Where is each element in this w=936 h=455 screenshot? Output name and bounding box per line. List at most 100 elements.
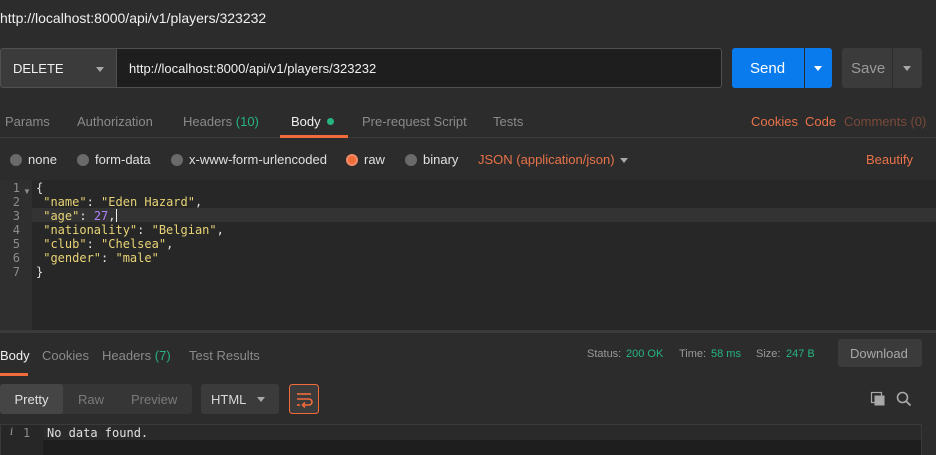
view-mode-preview[interactable]: Preview <box>131 384 177 414</box>
radio-urlencoded-label: x-www-form-urlencoded <box>189 152 327 167</box>
code-line: "club": "Chelsea", <box>43 237 174 251</box>
response-format-select[interactable]: HTML <box>201 384 279 414</box>
json-value: "Chelsea" <box>101 237 167 251</box>
method-label: DELETE <box>13 61 64 76</box>
line-number: 5 <box>12 237 20 251</box>
size-label: Size: <box>756 348 781 360</box>
json-value: 27 <box>93 209 109 223</box>
json-key: "age" <box>43 209 80 223</box>
radio-raw[interactable] <box>346 154 358 166</box>
code-line: "name": "Eden Hazard", <box>43 195 203 209</box>
line-number: 1 <box>12 181 20 195</box>
line-number: 4 <box>12 223 20 237</box>
view-mode-pretty[interactable]: Pretty <box>0 384 63 414</box>
tab-body[interactable]: Body <box>291 114 334 129</box>
editor-gutter: 1 ▼ 2 3 4 5 6 7 <box>0 180 32 330</box>
response-tab-test-results[interactable]: Test Results <box>189 348 260 363</box>
response-body-viewer[interactable]: i 1 No data found. <box>0 424 922 455</box>
radio-binary[interactable] <box>405 154 417 166</box>
line-number: 1 <box>23 426 31 440</box>
beautify-link[interactable]: Beautify <box>866 152 913 167</box>
copy-icon[interactable] <box>870 391 886 407</box>
tab-headers-label: Headers <box>183 114 233 129</box>
modified-dot-icon <box>326 118 334 125</box>
info-icon: i <box>10 427 14 438</box>
tab-tests[interactable]: Tests <box>493 114 523 129</box>
search-icon[interactable] <box>896 391 912 407</box>
chevron-down-icon <box>620 158 628 163</box>
comments-link[interactable]: Comments (0) <box>844 114 926 129</box>
tab-prerequest-script[interactable]: Pre-request Script <box>362 114 467 129</box>
code-link[interactable]: Code <box>805 114 836 129</box>
request-body-editor[interactable]: 1 ▼ 2 3 4 5 6 7 { "name": "Eden Hazard",… <box>0 180 936 330</box>
response-headers-count: (7) <box>154 348 171 363</box>
download-button[interactable]: Download <box>838 339 922 367</box>
chevron-down-icon <box>257 397 265 402</box>
chevron-down-icon <box>96 67 104 72</box>
response-tab-cookies[interactable]: Cookies <box>42 348 89 363</box>
save-button[interactable]: Save <box>842 48 892 88</box>
chevron-down-icon <box>814 66 822 71</box>
tab-body-label: Body <box>291 114 321 129</box>
body-type-options: none form-data x-www-form-urlencoded raw… <box>0 140 936 180</box>
json-key: "gender" <box>43 251 102 265</box>
send-label: Send <box>750 60 786 77</box>
response-tab-headers-label: Headers <box>102 348 152 363</box>
tab-headers[interactable]: Headers (10) <box>183 114 259 129</box>
code-line: "age": 27, <box>43 209 117 223</box>
status-value: 200 OK <box>626 348 664 360</box>
radio-urlencoded[interactable] <box>171 154 183 166</box>
line-number: 2 <box>12 195 20 209</box>
radio-none[interactable] <box>10 154 22 166</box>
view-mode-selector: Pretty Raw Preview <box>0 384 192 414</box>
json-value: "Eden Hazard" <box>101 195 195 209</box>
headers-count: (10) <box>235 114 259 129</box>
response-text: No data found. <box>47 426 149 440</box>
fold-caret-icon[interactable]: ▼ <box>23 187 31 196</box>
json-value: "Belgian" <box>151 223 217 237</box>
radio-raw-label: raw <box>364 152 385 167</box>
chevron-down-icon <box>903 66 911 71</box>
response-gutter: i 1 <box>1 425 43 455</box>
response-tabs: Body Cookies Headers (7) Test Results St… <box>0 333 936 377</box>
save-options-button[interactable] <box>893 48 922 88</box>
code-line: { <box>36 181 44 195</box>
tab-authorization[interactable]: Authorization <box>77 114 153 129</box>
content-type-select[interactable]: JSON (application/json) <box>478 152 615 167</box>
active-tab-indicator <box>280 135 348 138</box>
radio-form-data[interactable] <box>77 154 89 166</box>
wrap-lines-button[interactable] <box>289 384 319 414</box>
json-key: "name" <box>43 195 87 209</box>
method-select[interactable]: DELETE <box>0 48 116 88</box>
code-line: "gender": "male" <box>43 251 159 265</box>
json-key: "nationality" <box>43 223 138 237</box>
json-comma: , <box>108 209 116 223</box>
json-comma: , <box>194 195 203 209</box>
cookies-link[interactable]: Cookies <box>751 114 798 129</box>
tab-params[interactable]: Params <box>5 114 50 129</box>
response-tab-headers[interactable]: Headers (7) <box>102 348 171 363</box>
response-tab-body[interactable]: Body <box>0 348 30 363</box>
code-line: } <box>36 265 44 279</box>
json-value: "male" <box>115 251 159 265</box>
size-value: 247 B <box>786 348 815 360</box>
active-line-highlight <box>32 208 936 222</box>
active-line-highlight <box>43 425 921 440</box>
status-label: Status: <box>587 348 622 360</box>
url-bar: DELETE Send Save <box>0 48 936 88</box>
view-mode-raw[interactable]: Raw <box>78 384 104 414</box>
line-number: 7 <box>12 265 20 279</box>
line-number: 3 <box>12 209 20 223</box>
save-label: Save <box>851 60 886 77</box>
time-value: 58 ms <box>711 348 741 360</box>
wrap-lines-icon <box>289 384 319 414</box>
line-number: 6 <box>12 251 20 265</box>
send-options-button[interactable] <box>805 48 832 88</box>
response-view-controls: Pretty Raw Preview HTML <box>0 384 936 414</box>
radio-none-label: none <box>28 152 57 167</box>
send-button[interactable]: Send <box>732 48 804 88</box>
code-line: "nationality": "Belgian", <box>43 223 224 237</box>
time-label: Time: <box>679 348 707 360</box>
url-input[interactable] <box>116 48 722 88</box>
radio-form-data-label: form-data <box>95 152 151 167</box>
